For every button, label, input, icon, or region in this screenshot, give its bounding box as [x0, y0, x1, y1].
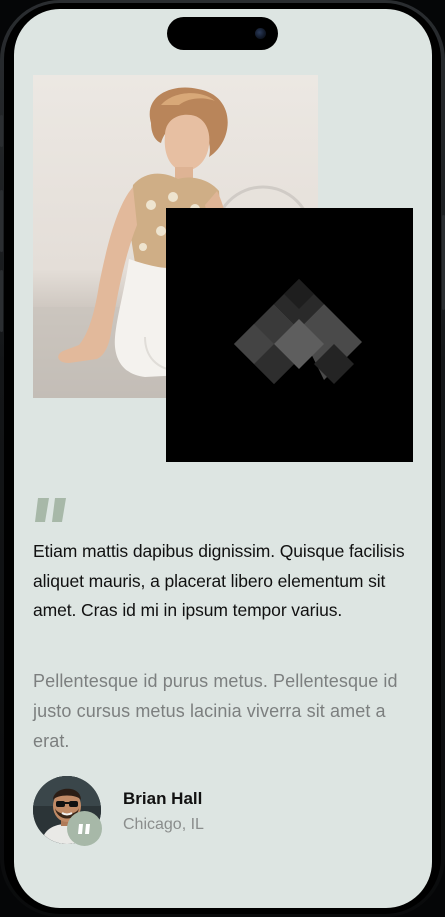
author-location: Chicago, IL: [123, 816, 204, 833]
volume-down-button: [0, 270, 3, 332]
diamond-logo-mark: [234, 279, 362, 384]
dynamic-island: [167, 17, 278, 50]
author-name: Brian Hall: [123, 789, 203, 808]
testimonial-quote: Etiam mattis dapibus dignissim. Quisque …: [33, 541, 405, 620]
volume-up-button: [0, 190, 3, 252]
brand-logo-card: [166, 208, 413, 462]
phone-frame: Etiam mattis dapibus dignissim. Quisque …: [0, 0, 445, 917]
screen: Etiam mattis dapibus dignissim. Quisque …: [14, 9, 432, 908]
front-camera: [255, 28, 266, 39]
quote-badge-glyph: [77, 823, 90, 834]
quote-icon: [35, 498, 66, 522]
quote-badge-icon: [67, 811, 102, 846]
mute-switch: [0, 115, 3, 147]
testimonial-body: Pellentesque id purus metus. Pellentesqu…: [33, 671, 398, 751]
